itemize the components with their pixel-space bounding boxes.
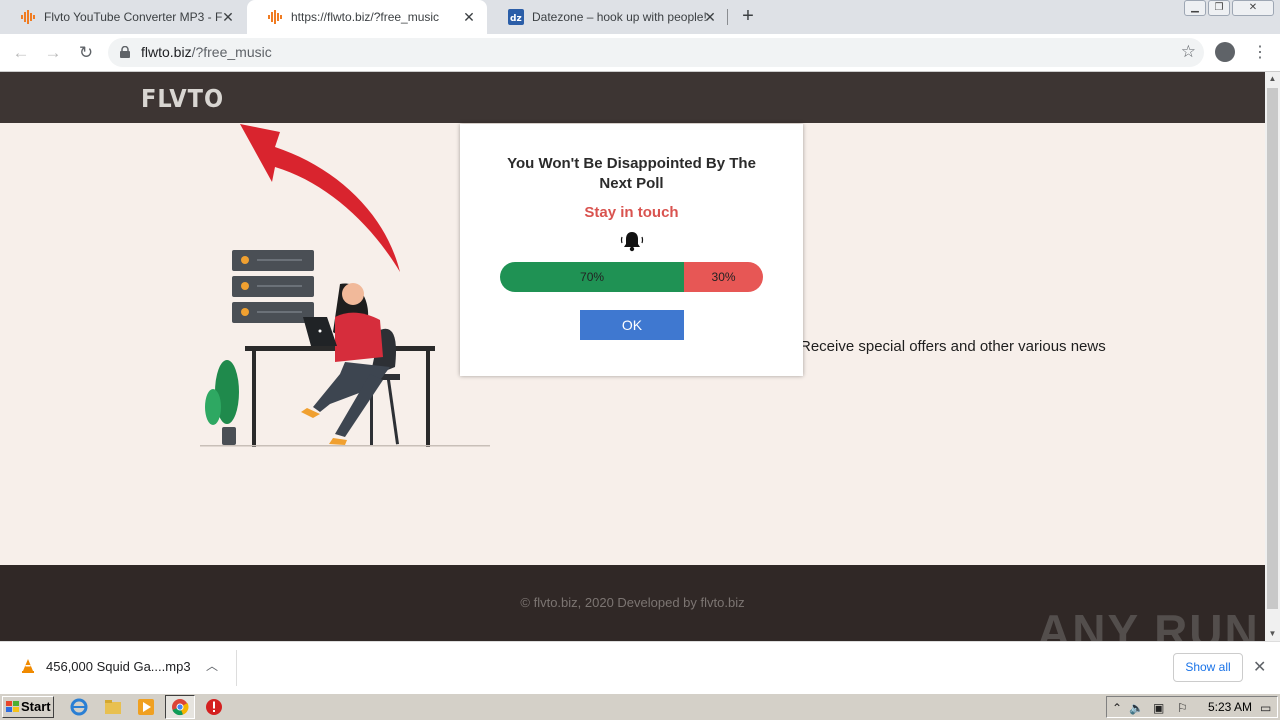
plant	[205, 360, 239, 445]
site-logo[interactable]: FLVTO	[141, 84, 224, 113]
tab-strip: Flvto YouTube Converter MP3 - Free ✕ htt…	[0, 0, 1280, 34]
tab-flwto-free-music[interactable]: https://flwto.biz/?free_music ✕	[247, 0, 487, 34]
url-host: flwto.biz	[141, 44, 192, 60]
modal-title: You Won't Be Disappointed By The Next Po…	[507, 155, 756, 192]
url-text: flwto.biz/?free_music	[141, 44, 272, 60]
tab-close-icon[interactable]: ✕	[461, 9, 477, 25]
red-arrow-icon	[240, 124, 400, 272]
url-path: /?free_music	[191, 44, 272, 60]
show-all-button[interactable]: Show all	[1173, 653, 1243, 682]
reload-icon[interactable]: ↻	[75, 42, 97, 64]
clock[interactable]: 5:23 AM	[1208, 700, 1252, 714]
poll-yes-segment[interactable]: 70%	[500, 262, 685, 292]
chrome-icon[interactable]	[171, 698, 189, 716]
folder-icon[interactable]	[104, 698, 122, 716]
media-player-icon[interactable]	[137, 698, 155, 716]
start-label: Start	[21, 699, 51, 714]
profile-avatar-icon[interactable]	[1215, 42, 1235, 62]
vlc-cone-icon	[22, 659, 34, 673]
scroll-down-icon[interactable]: ▼	[1265, 627, 1280, 641]
notification-cards	[232, 250, 314, 323]
network-icon[interactable]: ▣	[1153, 701, 1164, 715]
address-bar[interactable]: flwto.biz/?free_music ☆	[108, 38, 1204, 67]
download-file-name: 456,000 Squid Ga....mp3	[46, 659, 191, 674]
site-header: FLVTO	[0, 72, 1265, 123]
download-item[interactable]: 456,000 Squid Ga....mp3	[20, 658, 191, 674]
new-tab-button[interactable]: +	[737, 6, 759, 28]
bell-icon	[620, 232, 644, 252]
download-bar: 456,000 Squid Ga....mp3 ︿ Show all ✕	[0, 641, 1280, 693]
page-scrollbar[interactable]: ▲ ▼	[1265, 72, 1280, 641]
tab-flvto-converter[interactable]: Flvto YouTube Converter MP3 - Free ✕	[0, 0, 246, 34]
internet-explorer-icon[interactable]	[70, 698, 88, 716]
poll-bar: 70% 30%	[500, 262, 763, 292]
back-arrow-icon[interactable]: ←	[10, 42, 32, 64]
tab-close-icon[interactable]: ✕	[220, 9, 236, 25]
stop-sign-icon[interactable]	[205, 698, 223, 716]
system-tray: ⌃ 🔈 ▣ ⚐ 5:23 AM ▭	[1106, 696, 1278, 718]
menu-dots-icon[interactable]: ⋮	[1252, 42, 1268, 64]
tab-separator	[727, 9, 728, 25]
tab-title: Flvto YouTube Converter MP3 - Free	[44, 10, 222, 24]
minimize-icon[interactable]: ▁	[1184, 0, 1206, 16]
audio-wave-icon	[21, 10, 35, 24]
chevron-up-icon[interactable]: ︿	[206, 657, 218, 674]
windows-taskbar: Start ⌃ 🔈 ▣ ⚐ 5:23 AM ▭	[0, 693, 1280, 720]
laptop	[303, 317, 337, 346]
close-window-icon[interactable]: ✕	[1232, 0, 1274, 16]
poll-modal: You Won't Be Disappointed By The Next Po…	[460, 124, 803, 376]
restore-icon[interactable]: ❐	[1208, 0, 1230, 16]
page-content: FLVTO Receive special offers and other v…	[0, 72, 1265, 641]
lock-icon	[120, 46, 130, 58]
modal-subtitle: Stay in touch	[584, 204, 679, 221]
bookmark-star-icon[interactable]: ☆	[1181, 42, 1196, 62]
tray-expand-icon[interactable]: ⌃	[1112, 701, 1122, 715]
close-icon[interactable]: ✕	[1253, 657, 1266, 677]
tab-close-icon[interactable]: ✕	[702, 9, 718, 25]
show-desktop-icon[interactable]: ▭	[1260, 701, 1271, 715]
illustration	[200, 124, 490, 447]
tab-title: Datezone – hook up with people!	[532, 10, 707, 24]
download-separator	[236, 650, 237, 686]
tab-title: https://flwto.biz/?free_music	[291, 10, 440, 24]
windows-logo-icon	[6, 701, 19, 712]
scroll-up-icon[interactable]: ▲	[1265, 72, 1280, 86]
poll-no-segment[interactable]: 30%	[684, 262, 763, 292]
tab-datezone[interactable]: dz Datezone – hook up with people! ✕	[488, 0, 728, 34]
datezone-logo-icon: dz	[508, 9, 524, 25]
action-center-flag-icon[interactable]: ⚐	[1177, 701, 1188, 715]
forward-arrow-icon[interactable]: →	[42, 42, 64, 64]
volume-icon[interactable]: 🔈	[1129, 701, 1144, 715]
ok-button[interactable]: OK	[580, 310, 684, 340]
audio-wave-icon	[268, 10, 282, 24]
start-button[interactable]: Start	[2, 696, 54, 718]
scroll-thumb[interactable]	[1267, 88, 1278, 609]
svg-text:dz: dz	[510, 14, 522, 24]
browser-toolbar: ← → ↻ flwto.biz/?free_music ☆ ⋮	[0, 34, 1280, 72]
offers-text: Receive special offers and other various…	[800, 338, 1106, 355]
